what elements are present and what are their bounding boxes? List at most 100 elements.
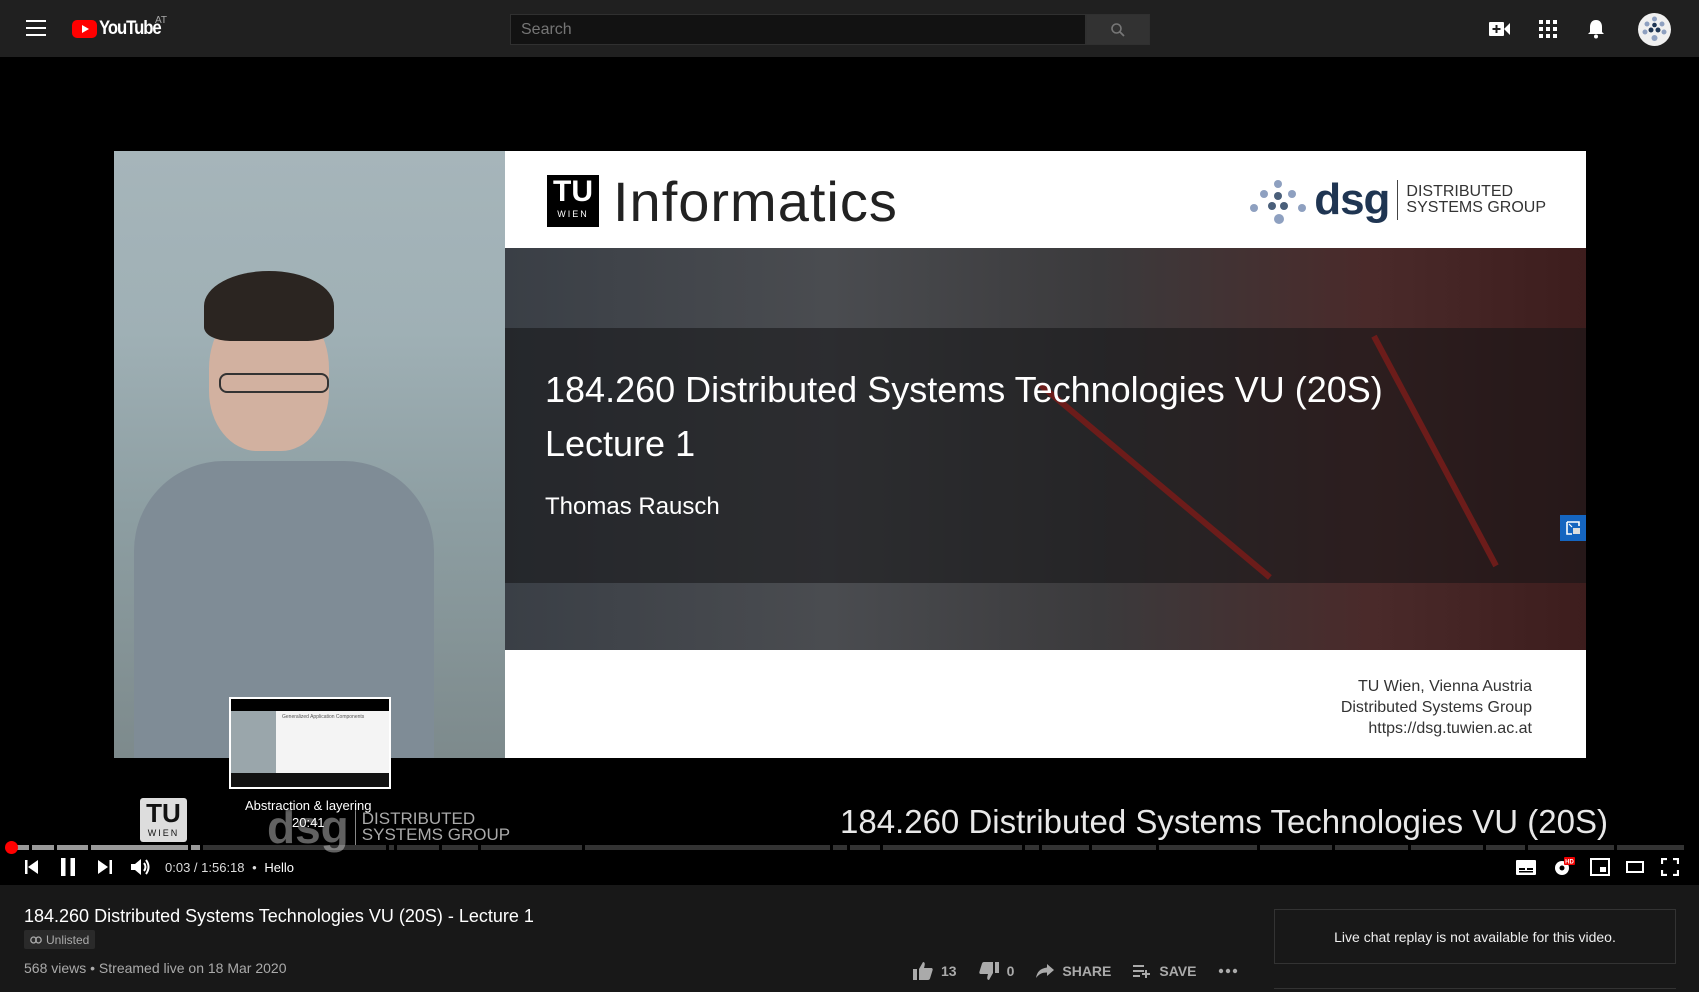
chapter-segment[interactable] xyxy=(1025,845,1040,850)
chapter-segment[interactable] xyxy=(32,845,55,850)
apps-icon[interactable] xyxy=(1535,16,1561,42)
search-input[interactable] xyxy=(510,14,1086,45)
dsg-mark: dsg xyxy=(1314,175,1390,224)
theater-icon xyxy=(1626,861,1644,873)
preview-chapter-title: Abstraction & layering xyxy=(245,798,372,813)
menu-icon[interactable] xyxy=(26,20,46,36)
slide-header: TU WIEN Informatics dsg DISTRIBUTED SYSTE… xyxy=(505,151,1586,248)
dislike-count: 0 xyxy=(1006,963,1015,979)
dsg-line2: SYSTEMS GROUP xyxy=(1406,199,1546,216)
slide-footer-area: TU Wien, Vienna Austria Distributed Syst… xyxy=(505,650,1586,758)
dsg-fullname: DISTRIBUTED SYSTEMS GROUP xyxy=(1406,184,1546,216)
current-chapter[interactable]: Hello xyxy=(264,860,294,875)
avatar[interactable] xyxy=(1638,13,1671,46)
preview-slide-title: Generalized Application Components xyxy=(282,714,365,720)
save-button[interactable]: SAVE xyxy=(1133,963,1196,979)
chapter-segment[interactable] xyxy=(481,845,582,850)
chapter-segment[interactable] xyxy=(1616,845,1684,850)
picture-in-picture-overlay-button[interactable] xyxy=(1560,515,1586,541)
chapter-segment[interactable] xyxy=(1159,845,1257,850)
hd-badge: HD xyxy=(1565,860,1574,866)
chapter-segment[interactable] xyxy=(57,845,88,850)
presenter-hair xyxy=(204,271,334,341)
notifications-icon[interactable] xyxy=(1583,16,1609,42)
progress-bar[interactable] xyxy=(12,845,1687,850)
previous-button[interactable] xyxy=(22,857,42,877)
preview-slide: Generalized Application Components xyxy=(276,711,389,773)
scrubber-handle[interactable] xyxy=(5,841,18,854)
fullscreen-icon xyxy=(1661,858,1679,876)
chapter-segment[interactable] xyxy=(883,845,1023,850)
search-button[interactable] xyxy=(1086,14,1150,45)
previous-icon xyxy=(25,860,38,874)
tu-logo-top: TU xyxy=(553,175,593,208)
like-count: 13 xyxy=(941,963,957,979)
preview-webcam xyxy=(231,711,276,773)
pause-button[interactable] xyxy=(58,857,78,877)
chapter-segment[interactable] xyxy=(832,845,847,850)
chapter-segment[interactable] xyxy=(584,845,830,850)
pip-icon xyxy=(1566,521,1580,535)
chapter-segment[interactable] xyxy=(397,845,440,850)
chapter-segment[interactable] xyxy=(1335,845,1408,850)
presenter-glasses xyxy=(219,373,329,393)
lecture-slide: TU WIEN Informatics dsg DISTRIBUTED SYSTE… xyxy=(505,151,1586,758)
youtube-logo[interactable]: YouTube AT xyxy=(72,15,169,40)
preview-chapter-time: 20:41 xyxy=(292,815,325,830)
thumbs-down-icon xyxy=(978,962,999,980)
pause-icon xyxy=(61,858,75,876)
chapter-segment[interactable] xyxy=(202,845,386,850)
theater-mode-button[interactable] xyxy=(1623,857,1647,877)
volume-button[interactable] xyxy=(129,857,153,877)
dislike-button[interactable]: 0 xyxy=(978,962,1015,980)
video-title: 184.260 Distributed Systems Technologies… xyxy=(24,906,534,926)
logo-wordmark: YouTube xyxy=(99,18,162,39)
create-video-icon[interactable] xyxy=(1487,16,1513,42)
chapter-segment[interactable] xyxy=(191,845,200,850)
dsg-logo: dsg DISTRIBUTED SYSTEMS GROUP xyxy=(1248,175,1546,225)
chat-unavailable-message: Live chat replay is not available for th… xyxy=(1334,928,1616,945)
bottom-dsg-fullname: DISTRIBUTED SYSTEMS GROUP xyxy=(362,810,510,843)
settings-gear-icon: HD xyxy=(1555,857,1575,875)
fullscreen-button[interactable] xyxy=(1658,857,1682,877)
time-display: 0:03 / 1:56:18 • Hello xyxy=(165,860,294,875)
next-button[interactable] xyxy=(95,857,115,877)
preview-footer xyxy=(231,773,389,787)
chapter-segment[interactable] xyxy=(1092,845,1157,850)
slide-title: 184.260 Distributed Systems Technologies… xyxy=(545,369,1383,410)
chapter-segment[interactable] xyxy=(388,845,395,850)
subtitles-icon xyxy=(1516,859,1536,875)
bottom-dsg-separator xyxy=(354,809,356,845)
like-button[interactable]: 13 xyxy=(913,962,957,980)
more-actions-button[interactable] xyxy=(1218,968,1246,974)
chapter-segment[interactable] xyxy=(1527,845,1614,850)
tu-logo-bottom: WIEN xyxy=(547,209,599,219)
thumbs-up-icon xyxy=(913,962,933,980)
settings-button[interactable]: HD xyxy=(1552,857,1576,877)
miniplayer-button[interactable] xyxy=(1588,857,1612,877)
secondary-panel-edge xyxy=(1274,988,1676,992)
volume-icon xyxy=(131,859,150,875)
link-icon xyxy=(30,935,42,944)
bottom-tu-logo: TU WIEN xyxy=(140,798,187,842)
unlisted-badge: Unlisted xyxy=(24,930,96,949)
more-horizontal-icon xyxy=(1219,968,1238,974)
chapter-segment[interactable] xyxy=(442,845,478,850)
subtitles-button[interactable] xyxy=(1515,857,1537,877)
chapter-segment[interactable] xyxy=(1410,845,1483,850)
country-code: AT xyxy=(155,15,168,26)
webcam-feed xyxy=(114,151,505,758)
bottom-tu-bottom: WIEN xyxy=(147,828,180,838)
chapter-segment[interactable] xyxy=(849,845,880,850)
chapter-segment[interactable] xyxy=(1042,845,1090,850)
chapter-segment[interactable] xyxy=(90,845,189,850)
masthead: YouTube AT xyxy=(0,0,1699,57)
chapter-segment[interactable] xyxy=(1486,845,1525,850)
next-icon xyxy=(98,860,112,874)
time-text: 0:03 / 1:56:18 xyxy=(165,860,245,875)
share-button[interactable]: SHARE xyxy=(1036,963,1111,979)
footer-link: https://dsg.tuwien.ac.at xyxy=(1368,720,1532,737)
bottom-tu-top: TU xyxy=(146,798,181,828)
chapter-segment[interactable] xyxy=(1259,845,1333,850)
video-player[interactable]: TU WIEN Informatics dsg DISTRIBUTED SYSTE… xyxy=(0,57,1699,885)
